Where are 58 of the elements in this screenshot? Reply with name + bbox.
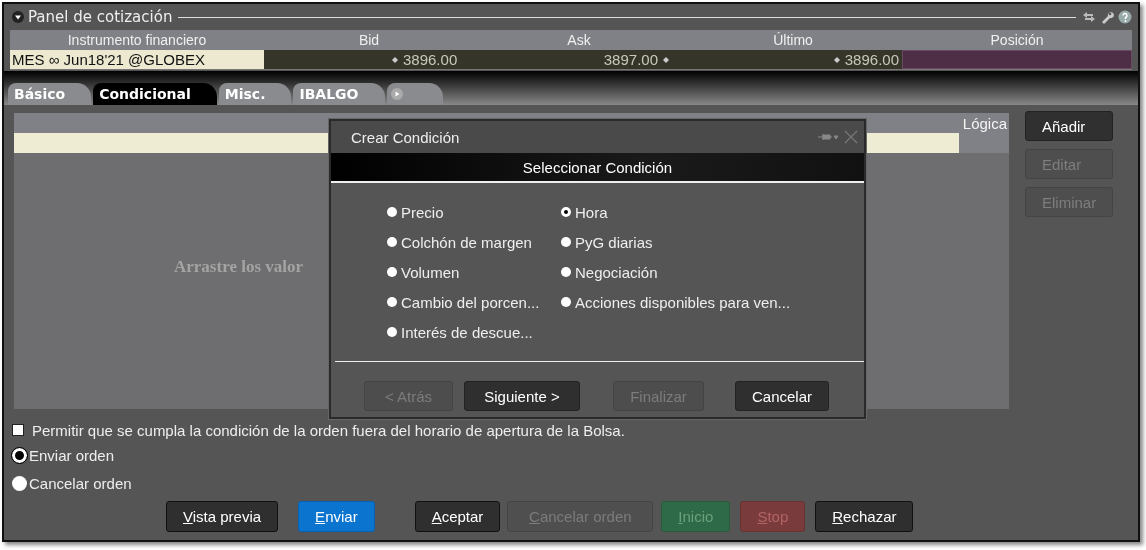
diamond-icon [663, 56, 669, 63]
footer-button[interactable]: Enviar [298, 501, 375, 532]
tab[interactable]: IBALGO [293, 83, 385, 105]
play-icon [390, 88, 403, 100]
diamond-icon [833, 56, 840, 63]
radio-button[interactable] [387, 207, 397, 217]
radio-button[interactable] [561, 237, 571, 247]
radio-label: Colchón de margen [401, 233, 532, 251]
more-tabs-tab[interactable] [386, 83, 443, 105]
side-button[interactable]: Añadir [1025, 111, 1114, 141]
radio-label: Negociación [575, 263, 658, 281]
footer-button[interactable]: Rechazar [815, 501, 914, 532]
collapse-icon[interactable] [12, 11, 24, 23]
dialog-button[interactable]: Siguiente > [464, 381, 580, 411]
column-header: Posición [989, 32, 1045, 48]
radio-button[interactable] [561, 267, 571, 277]
radio-label: Cambio del porcen... [401, 293, 540, 311]
radio-label: Hora [575, 203, 608, 221]
column-header: Instrumento financiero [66, 32, 208, 48]
column-header: Lógica [962, 114, 1007, 132]
radio-label: Interés de descue... [401, 323, 533, 341]
diamond-icon [392, 56, 398, 63]
table-cell: 3896.00 [264, 50, 474, 69]
help-icon[interactable] [1118, 10, 1132, 24]
panel-title: Panel de cotización [28, 8, 173, 26]
footer-button[interactable]: Aceptar [414, 501, 501, 532]
dialog-button[interactable]: Cancelar [735, 381, 829, 411]
radio-label: Acciones disponibles para ven... [575, 293, 791, 311]
tab[interactable]: Básico [8, 83, 92, 105]
tab[interactable]: Misc. [218, 83, 292, 105]
wrench-icon[interactable] [1100, 10, 1114, 24]
pin-icon[interactable] [818, 133, 840, 141]
tab[interactable]: Condicional [93, 83, 217, 105]
swap-arrows-icon[interactable] [1082, 10, 1096, 24]
checkbox[interactable] [12, 424, 24, 436]
radio-label: Cancelar orden [29, 474, 132, 492]
column-header: Ask [566, 32, 592, 48]
radio-button[interactable] [387, 267, 397, 277]
radio-label: Precio [401, 203, 444, 221]
dialog-title: Crear Condición [351, 128, 460, 146]
radio-button[interactable] [12, 447, 27, 463]
radio-button[interactable] [561, 207, 571, 217]
radio-label: Enviar orden [29, 446, 115, 464]
table-cell: 3896.00 [684, 50, 902, 69]
radio-label: Volumen [401, 263, 460, 281]
radio-button[interactable] [561, 297, 571, 307]
radio-button[interactable] [387, 237, 397, 247]
table-cell: MES ∞ Jun18'21 @GLOBEX [10, 50, 264, 69]
column-header: Último [772, 32, 814, 48]
radio-label: PyG diarias [575, 233, 653, 251]
column-header: Bid [357, 32, 381, 48]
radio-button[interactable] [12, 475, 27, 491]
dialog-heading: Seleccionar Condición [331, 153, 864, 183]
radio-button[interactable] [387, 297, 397, 307]
table-cell: 3897.00 [474, 50, 684, 69]
checkbox-label: Permitir que se cumpla la condición de la orden fuera del horario de apertura de la Bolsa. [32, 421, 625, 439]
footer-button[interactable]: Vista previa [166, 501, 279, 532]
radio-button[interactable] [387, 327, 397, 337]
